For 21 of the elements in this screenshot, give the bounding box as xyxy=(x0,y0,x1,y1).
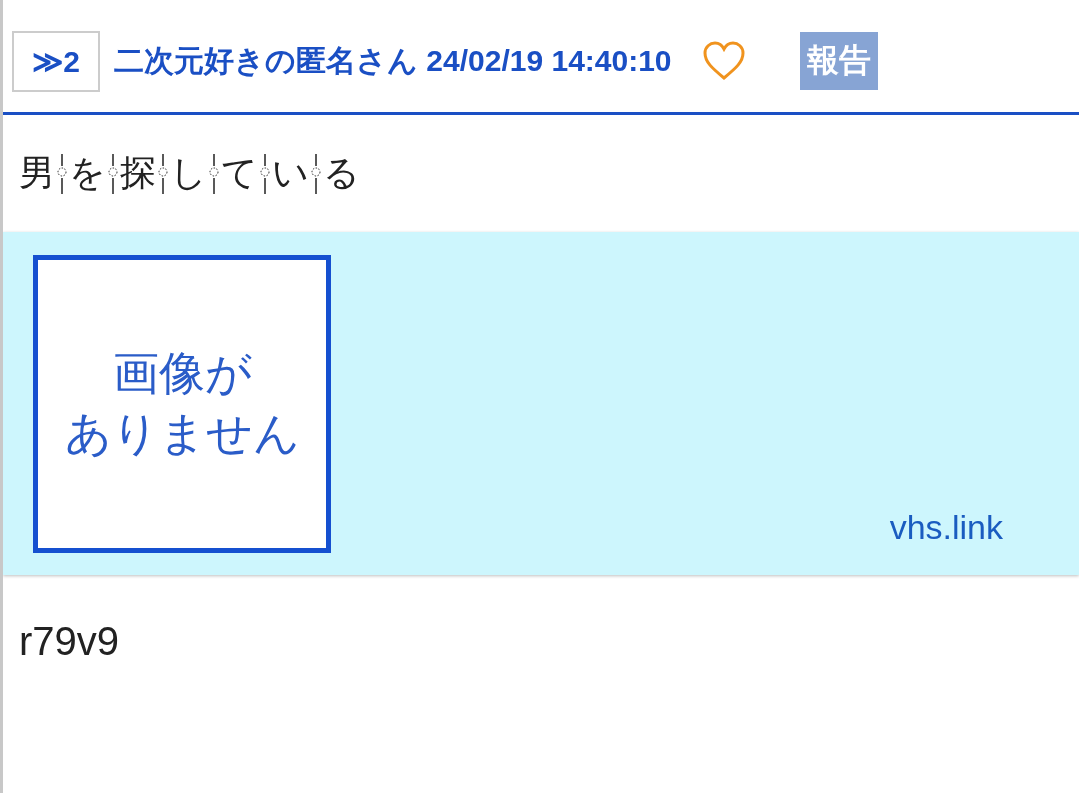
unknown-character-icon xyxy=(57,151,67,196)
post-body-character: を xyxy=(69,151,106,195)
placeholder-text: 画像が xyxy=(112,344,252,402)
unknown-character-icon xyxy=(311,151,321,196)
post-body-character: る xyxy=(323,151,360,195)
link-preview-card[interactable]: 画像が ありません vhs.link xyxy=(3,232,1079,575)
post-body-character: 男 xyxy=(19,151,55,195)
post-body-character: て xyxy=(221,151,258,195)
post-author-date: 二次元好きの匿名さん 24/02/19 14:40:10 xyxy=(114,42,672,79)
post-body-character: 探 xyxy=(120,151,156,195)
placeholder-text: ありません xyxy=(64,404,300,462)
heart-icon[interactable] xyxy=(701,41,746,81)
unknown-character-icon xyxy=(108,151,118,196)
post-id-text: r79v9 xyxy=(18,618,121,664)
post-body-character: し xyxy=(170,151,207,195)
unknown-character-icon xyxy=(158,151,168,196)
link-domain[interactable]: vhs.link xyxy=(889,508,1003,547)
unknown-character-icon xyxy=(209,151,219,196)
unknown-character-icon xyxy=(260,151,270,196)
reply-number-button[interactable]: ≫2 xyxy=(12,30,100,92)
post-body-character: い xyxy=(272,151,309,195)
